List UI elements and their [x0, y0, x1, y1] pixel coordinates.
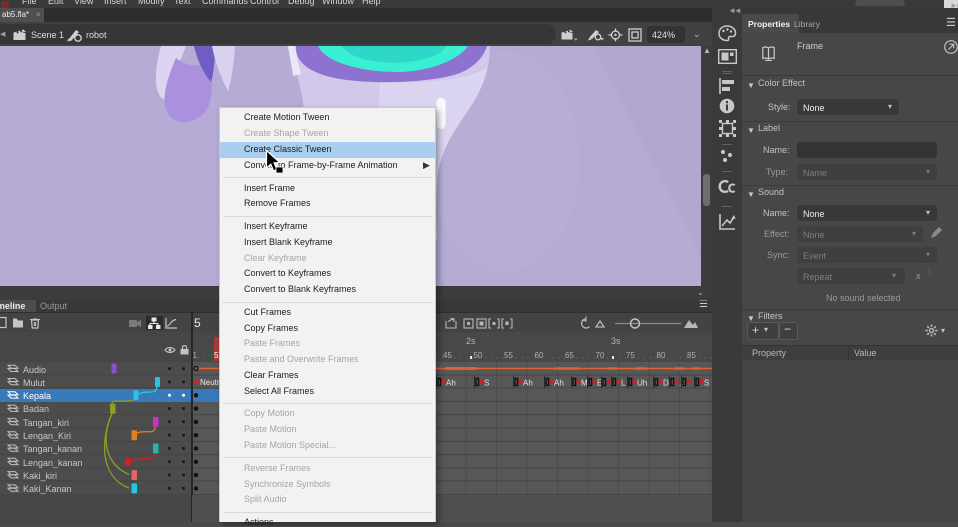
svg-text:L: L [621, 379, 626, 388]
svg-text:Ah: Ah [446, 379, 456, 388]
svg-text:5: 5 [194, 316, 201, 330]
svg-text:S: S [484, 379, 489, 388]
svg-text:S: S [704, 379, 709, 388]
svg-text:Ah: Ah [523, 379, 533, 388]
svg-text:Ah: Ah [554, 379, 564, 388]
svg-text:M: M [581, 379, 588, 388]
svg-text:D: D [663, 379, 669, 388]
svg-text:Uh: Uh [637, 379, 647, 388]
